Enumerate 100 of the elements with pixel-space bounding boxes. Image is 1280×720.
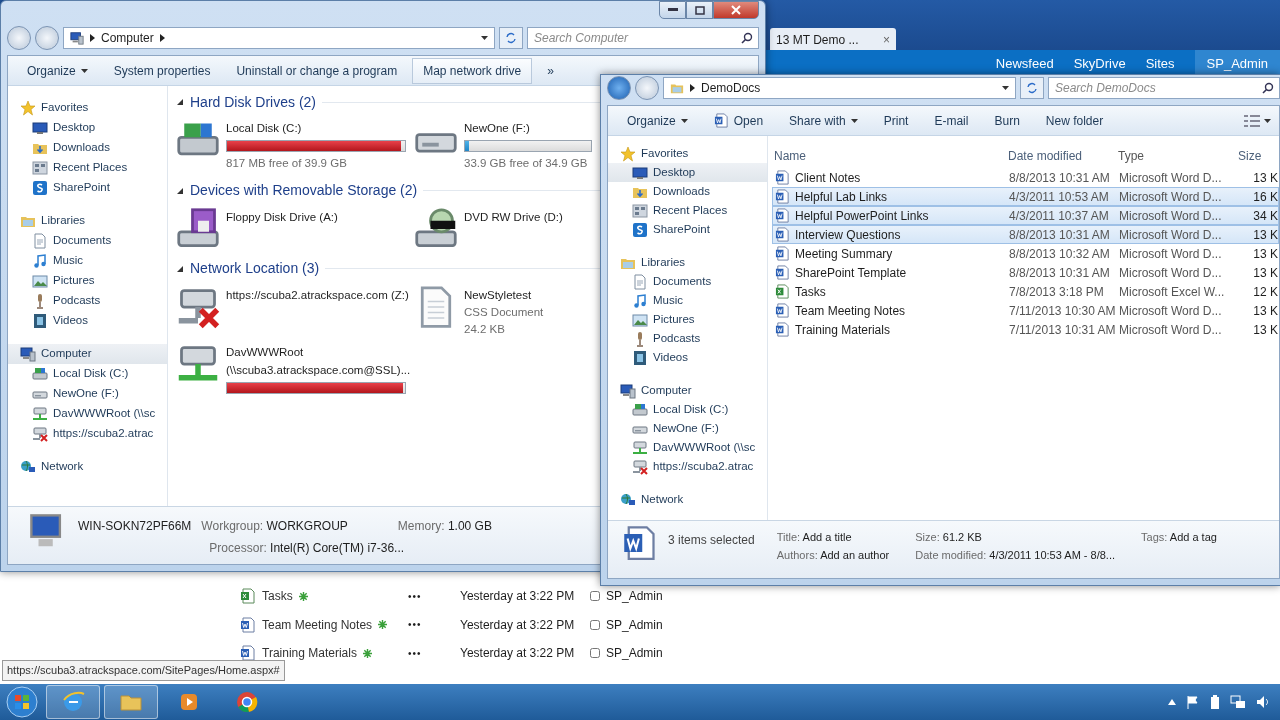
flag-icon[interactable] bbox=[1186, 695, 1200, 709]
refresh-button[interactable] bbox=[1020, 77, 1044, 99]
refresh-button[interactable] bbox=[499, 27, 523, 49]
file-row[interactable]: Team Meeting Notes 7/11/2013 10:30 AM Microsoft Word D... 13 K bbox=[772, 301, 1279, 320]
file-row[interactable]: Helpful PowerPoint Links 4/3/2011 10:37 AM Microsoft Word D... 34 K bbox=[772, 206, 1279, 225]
drive-name[interactable]: NewOne (F:) bbox=[464, 120, 530, 138]
column-header[interactable]: Size bbox=[1228, 147, 1279, 165]
battery-icon[interactable] bbox=[1210, 695, 1220, 709]
toolbar-button[interactable]: Organize bbox=[16, 57, 99, 84]
group-header[interactable]: Hard Disk Drives (2) bbox=[190, 91, 316, 113]
nav-item[interactable]: Downloads bbox=[608, 182, 767, 201]
browser-icon[interactable] bbox=[61, 690, 85, 714]
nav-item[interactable]: Computer bbox=[608, 381, 767, 400]
search-field[interactable]: Search Computer bbox=[527, 27, 759, 49]
group-header[interactable]: Network Location (3) bbox=[190, 258, 320, 279]
toolbar-button[interactable]: System properties bbox=[102, 57, 222, 84]
nav-item[interactable]: Music bbox=[608, 291, 767, 310]
column-header[interactable]: Name bbox=[772, 147, 1008, 165]
nav-item[interactable]: Recent Places bbox=[8, 158, 167, 178]
forward-button[interactable] bbox=[35, 26, 59, 50]
search-field[interactable]: Search DemoDocs bbox=[1048, 77, 1280, 99]
document-link[interactable]: Training Materials bbox=[262, 644, 357, 663]
nav-item[interactable]: NewOne (F:) bbox=[608, 419, 767, 438]
row-checkbox[interactable] bbox=[590, 591, 600, 602]
volume-icon[interactable] bbox=[1256, 695, 1270, 709]
field-value[interactable]: 4/3/2011 10:53 AM - 8/8... bbox=[989, 549, 1116, 561]
more-button[interactable]: » bbox=[536, 57, 565, 84]
column-header[interactable]: Date modified bbox=[1008, 147, 1118, 165]
toolbar-button[interactable]: Uninstall or change a program bbox=[225, 57, 409, 84]
row-checkbox[interactable] bbox=[590, 619, 600, 630]
nav-item[interactable]: Computer bbox=[8, 344, 167, 364]
nav-item[interactable]: Pictures bbox=[8, 271, 167, 291]
more-menu[interactable]: ••• bbox=[408, 645, 460, 661]
collapse-arrow-icon[interactable] bbox=[176, 186, 184, 195]
toolbar-button[interactable]: E-mail bbox=[923, 107, 980, 134]
nav-item[interactable]: Favorites bbox=[8, 98, 167, 118]
nav-item[interactable]: Music bbox=[8, 251, 167, 271]
nav-item[interactable]: Network bbox=[608, 490, 767, 509]
back-button[interactable] bbox=[607, 76, 631, 100]
maximize-button[interactable] bbox=[686, 1, 713, 19]
file-row[interactable]: Training Materials 7/11/2013 10:31 AM Microsoft Word D... 13 K bbox=[772, 320, 1279, 339]
taskbar-button[interactable] bbox=[46, 685, 100, 719]
address-bar[interactable]: DemoDocs bbox=[663, 77, 1016, 99]
drive-name[interactable]: Local Disk (C:) bbox=[226, 120, 302, 138]
file-row[interactable]: Interview Questions 8/8/2013 10:31 AM Microsoft Word D... 13 K bbox=[772, 225, 1279, 244]
drive-name[interactable]: Floppy Disk Drive (A:) bbox=[226, 208, 338, 226]
toolbar-button[interactable]: Open bbox=[702, 107, 775, 134]
file-row[interactable]: Tasks 7/8/2013 3:18 PM Microsoft Excel W... 12 K bbox=[772, 282, 1279, 301]
field-value[interactable]: 61.2 KB bbox=[942, 531, 982, 543]
document-link[interactable]: Tasks bbox=[262, 587, 293, 606]
field-value[interactable]: Add a title bbox=[802, 531, 852, 543]
nav-item[interactable]: Downloads bbox=[8, 138, 167, 158]
nav-item[interactable]: DavWWWRoot (\\sc bbox=[8, 404, 167, 424]
tray-arrow-icon[interactable] bbox=[1168, 699, 1176, 705]
toolbar-button[interactable]: Print bbox=[872, 107, 920, 134]
nav-item[interactable]: Local Disk (C:) bbox=[608, 400, 767, 419]
nav-item[interactable]: Network bbox=[8, 457, 167, 477]
nav-item[interactable]: Desktop bbox=[8, 118, 167, 138]
network-status-icon[interactable] bbox=[1230, 695, 1246, 709]
address-bar[interactable]: Computer bbox=[63, 27, 495, 49]
drive-name[interactable]: DVD RW Drive (D:) bbox=[464, 208, 563, 226]
file-row[interactable]: SharePoint Template 8/8/2013 10:31 AM Microsoft Word D... 13 K bbox=[772, 263, 1279, 282]
column-header[interactable]: Type bbox=[1118, 147, 1228, 165]
drive-name[interactable]: NewStyletest bbox=[464, 286, 532, 304]
toolbar-button[interactable]: Burn bbox=[983, 107, 1031, 134]
file-row[interactable]: Client Notes 8/8/2013 10:31 AM Microsoft Word D... 13 K bbox=[772, 168, 1279, 187]
nav-item[interactable]: SharePoint bbox=[608, 220, 767, 239]
toolbar-button[interactable]: Organize bbox=[616, 107, 699, 134]
field-value[interactable]: Add an author bbox=[820, 549, 890, 561]
nav-item[interactable]: https://scuba2.atrac bbox=[8, 424, 167, 444]
toolbar-button[interactable]: New folder bbox=[1034, 107, 1115, 134]
view-options-icon[interactable] bbox=[1244, 114, 1260, 127]
nav-item[interactable]: Podcasts bbox=[608, 329, 767, 348]
file-row[interactable]: Helpful Lab Links 4/3/2011 10:53 AM Microsoft Word D... 16 K bbox=[772, 187, 1279, 206]
collapse-arrow-icon[interactable] bbox=[176, 98, 184, 106]
nav-item[interactable]: Pictures bbox=[608, 310, 767, 329]
nav-item[interactable]: Documents bbox=[608, 272, 767, 291]
close-tab-icon[interactable]: × bbox=[883, 31, 890, 49]
nav-item[interactable]: Favorites bbox=[608, 144, 767, 163]
toolbar-button[interactable]: Share with bbox=[778, 107, 869, 134]
suite-link[interactable]: Sites bbox=[1145, 54, 1175, 74]
more-menu[interactable]: ••• bbox=[408, 588, 460, 604]
forward-button[interactable] bbox=[635, 76, 659, 100]
nav-item[interactable]: Videos bbox=[608, 348, 767, 367]
field-value[interactable]: Add a tag bbox=[1169, 531, 1217, 543]
nav-item[interactable]: DavWWWRoot (\\sc bbox=[608, 438, 767, 457]
browser-tab[interactable]: 13 MT Demo ... × bbox=[770, 28, 896, 52]
round-logo-icon[interactable] bbox=[235, 690, 259, 714]
nav-item[interactable]: Recent Places bbox=[608, 201, 767, 220]
nav-item[interactable]: Desktop bbox=[608, 163, 767, 182]
back-button[interactable] bbox=[7, 26, 31, 50]
file-row[interactable]: Meeting Summary 8/8/2013 10:32 AM Microsoft Word D... 13 K bbox=[772, 244, 1279, 263]
minimize-button[interactable] bbox=[659, 1, 686, 19]
nav-item[interactable]: Podcasts bbox=[8, 291, 167, 311]
nav-item[interactable]: SharePoint bbox=[8, 178, 167, 198]
nav-item[interactable]: Local Disk (C:) bbox=[8, 364, 167, 384]
drive-name[interactable]: https://scuba2.atrackspace.com (Z:) bbox=[226, 286, 409, 304]
nav-item[interactable]: NewOne (F:) bbox=[8, 384, 167, 404]
nav-item[interactable]: Libraries bbox=[8, 211, 167, 231]
group-header[interactable]: Devices with Removable Storage (2) bbox=[190, 180, 418, 201]
